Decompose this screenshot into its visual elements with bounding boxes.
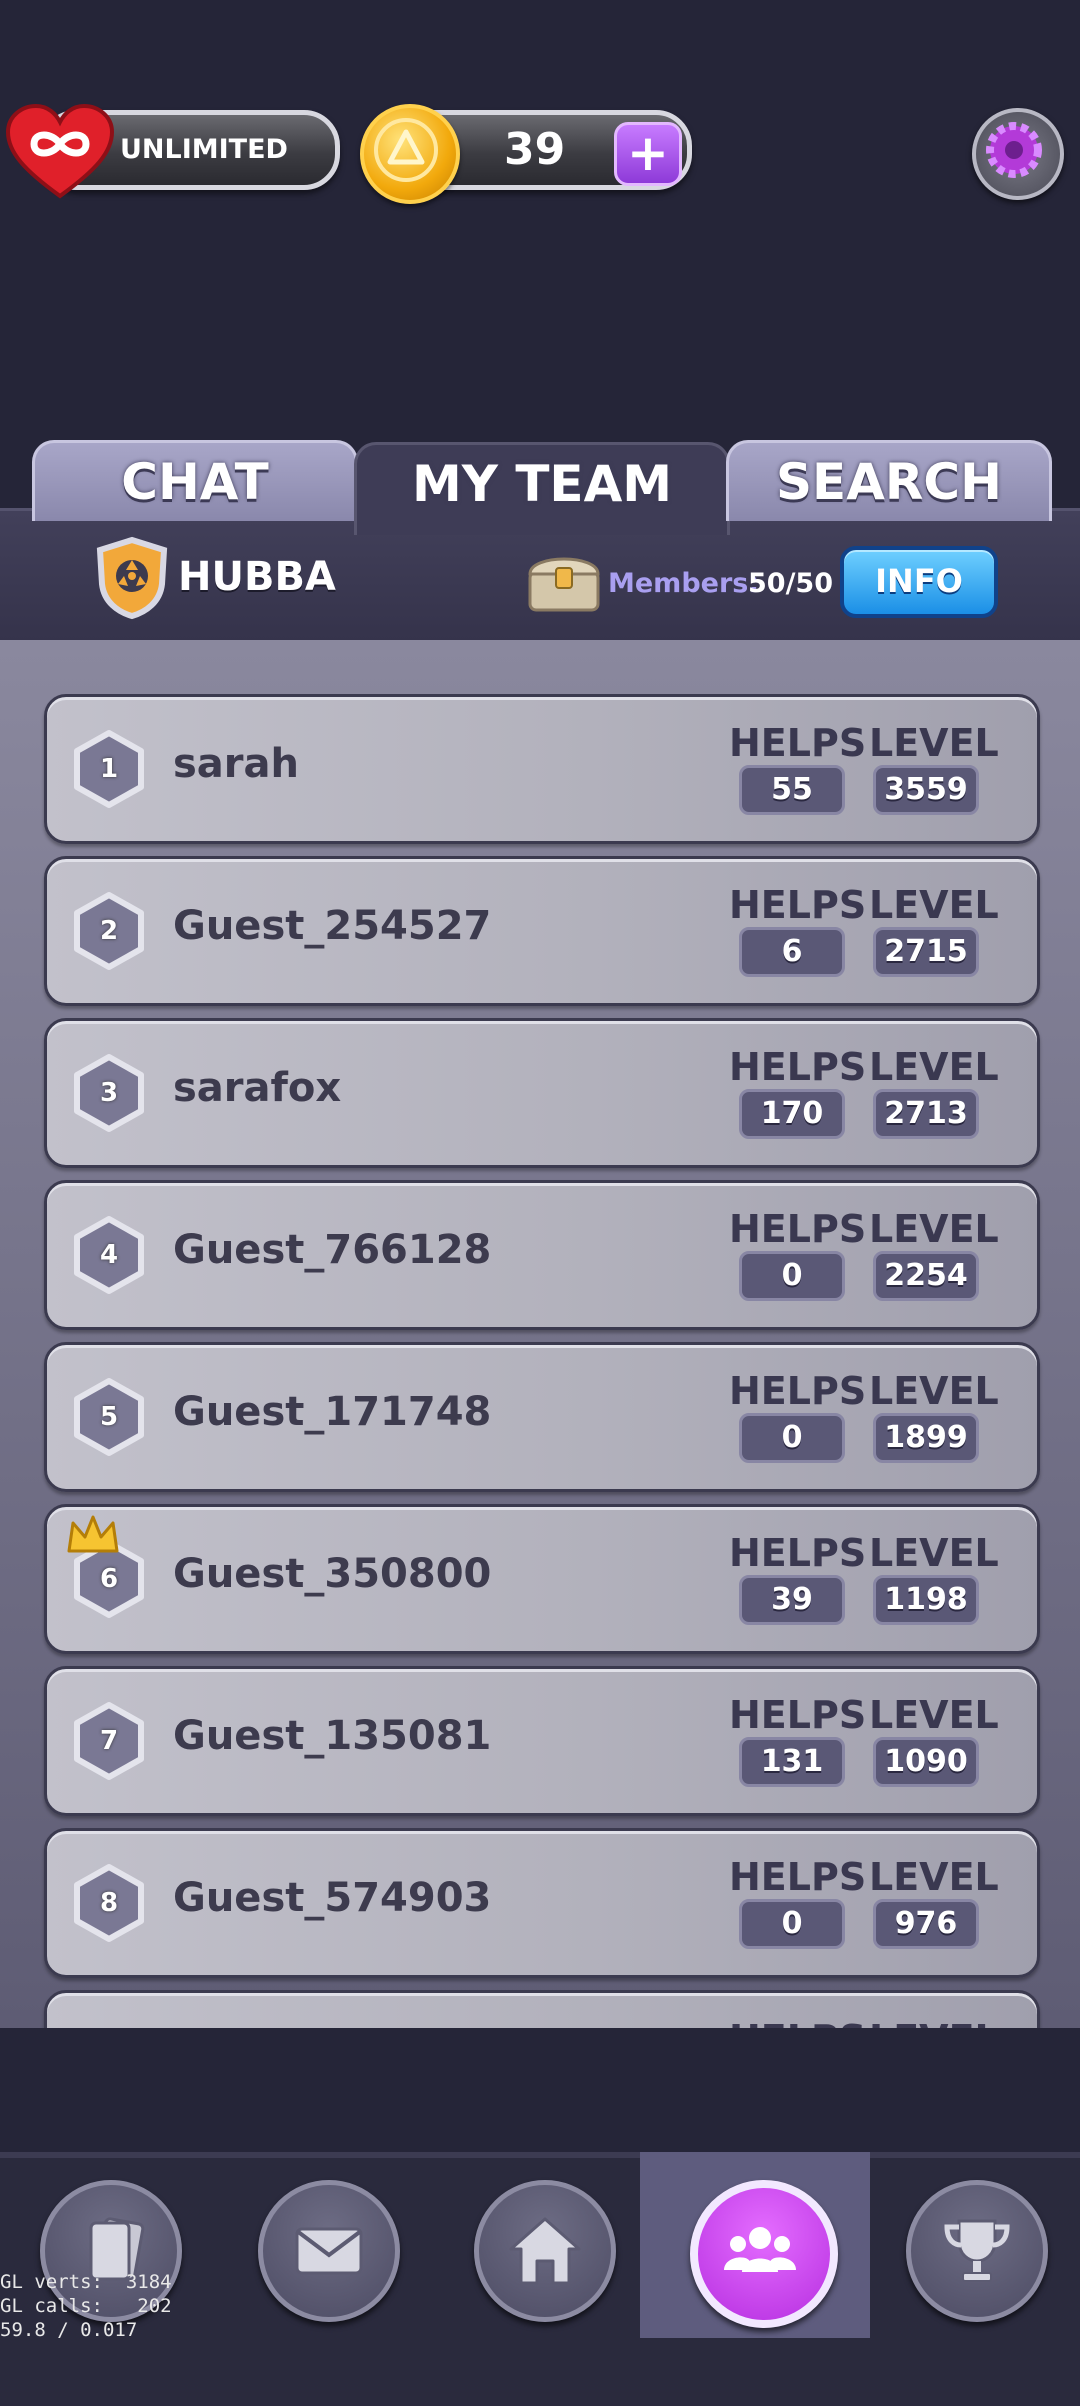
helps-header: HELPS (729, 1207, 867, 1251)
member-name: Guest_171748 (173, 1389, 492, 1435)
level-value: 3559 (873, 765, 979, 815)
helps-header: HELPS (729, 721, 867, 765)
debug-line-3: 59.8 / 0.017 (0, 2319, 138, 2341)
member-name: Guest_766128 (173, 1227, 492, 1273)
settings-gear-icon[interactable] (972, 108, 1064, 200)
team-shield-icon (96, 536, 168, 620)
rank-badge: 2 (69, 891, 149, 971)
member-list[interactable]: 1 sarah HELPS LEVEL 55 3559 2 Guest_254527 HELPS… (0, 640, 1080, 2028)
rank-badge: 7 (69, 1701, 149, 1781)
tab-my-team[interactable]: MY TEAM (354, 442, 730, 535)
rank-number: 7 (99, 1726, 119, 1756)
level-header: LEVEL (869, 1855, 999, 1899)
home-icon (509, 2217, 581, 2285)
nav-home-button[interactable] (474, 2180, 616, 2322)
member-list-viewport: 1 sarah HELPS LEVEL 55 3559 2 Guest_254527 HELPS… (0, 640, 1080, 2028)
coin-count: 39 (504, 124, 566, 175)
crown-icon (65, 1513, 121, 1557)
rank-number: 5 (99, 1402, 119, 1432)
coin-icon (360, 104, 460, 204)
member-row[interactable]: 3 sarafox HELPS LEVEL 170 2713 (44, 1018, 1040, 1168)
members-label: Members: (608, 568, 760, 599)
lives-label: UNLIMITED (120, 134, 288, 165)
debug-line-1: GL verts: 3184 (0, 2271, 172, 2293)
helps-value: 170 (739, 1089, 845, 1139)
debug-overlay: GL verts: 3184 GL calls: 202 59.8 / 0.01… (0, 2270, 172, 2342)
member-row[interactable]: 2 Guest_254527 HELPS LEVEL 6 2715 (44, 856, 1040, 1006)
level-value: 1899 (873, 1413, 979, 1463)
level-header: LEVEL (869, 721, 999, 765)
rank-badge: 8 (69, 1863, 149, 1943)
rank-number: 8 (99, 1888, 119, 1918)
rank-number: 2 (99, 916, 119, 946)
debug-line-2: GL calls: 202 (0, 2295, 172, 2317)
member-name: Guest_254527 (173, 903, 492, 949)
helps-value: 0 (739, 1413, 845, 1463)
level-value: 2715 (873, 927, 979, 977)
heart-infinity-icon (5, 104, 115, 199)
mail-icon (295, 2227, 363, 2275)
level-header: LEVEL (869, 1045, 999, 1089)
rank-badge: 3 (69, 1053, 149, 1133)
level-value: 2254 (873, 1251, 979, 1301)
level-header: LEVEL (869, 1369, 999, 1413)
team-name: HUBBA (178, 554, 336, 600)
member-name: sarah (173, 741, 299, 787)
nav-team-button[interactable] (690, 2180, 838, 2328)
helps-value: 0 (739, 1899, 845, 1949)
buy-coins-button[interactable]: + (614, 122, 682, 186)
helps-header: HELPS (729, 1531, 867, 1575)
member-row[interactable]: 6 Guest_350800 HELPS LEVEL 39 1198 (44, 1504, 1040, 1654)
tab-chat[interactable]: CHAT (32, 440, 358, 521)
level-header: LEVEL (869, 1531, 999, 1575)
nav-mail-button[interactable] (258, 2180, 400, 2322)
rank-number: 1 (99, 754, 119, 784)
member-name: Guest_135081 (173, 1713, 492, 1759)
member-name: Guest_574903 (173, 1875, 492, 1921)
helps-header: HELPS (729, 1855, 867, 1899)
member-row[interactable]: 1 sarah HELPS LEVEL 55 3559 (44, 694, 1040, 844)
level-value: 1090 (873, 1737, 979, 1787)
members-count: 50/50 (748, 568, 834, 599)
level-header: LEVEL (869, 883, 999, 927)
chest-icon (528, 557, 600, 612)
member-name: sarafox (173, 1065, 342, 1111)
member-row-partial[interactable]: HELPSLEVEL (44, 1990, 1040, 2028)
member-row[interactable]: 5 Guest_171748 HELPS LEVEL 0 1899 (44, 1342, 1040, 1492)
rank-badge: 5 (69, 1377, 149, 1457)
helps-value: 39 (739, 1575, 845, 1625)
team-icon (724, 2227, 796, 2272)
nav-trophy-button[interactable] (906, 2180, 1048, 2322)
helps-header: HELPS (729, 883, 867, 927)
level-value: 976 (873, 1899, 979, 1949)
member-row[interactable]: 8 Guest_574903 HELPS LEVEL 0 976 (44, 1828, 1040, 1978)
level-header: LEVEL (869, 1693, 999, 1737)
member-row[interactable]: 4 Guest_766128 HELPS LEVEL 0 2254 (44, 1180, 1040, 1330)
member-name: Guest_350800 (173, 1551, 492, 1597)
helps-value: 55 (739, 765, 845, 815)
helps-header: HELPS (729, 2017, 866, 2028)
helps-value: 6 (739, 927, 845, 977)
rank-number: 4 (99, 1240, 119, 1270)
level-value: 2713 (873, 1089, 979, 1139)
trophy-icon (944, 2219, 1010, 2282)
member-row[interactable]: 7 Guest_135081 HELPS LEVEL 131 1090 (44, 1666, 1040, 1816)
helps-header: HELPS (729, 1693, 867, 1737)
rank-badge: 1 (69, 729, 149, 809)
tab-search[interactable]: SEARCH (726, 440, 1052, 521)
level-header: LEVEL (869, 2017, 999, 2028)
helps-value: 131 (739, 1737, 845, 1787)
team-info-button[interactable]: INFO (840, 546, 998, 618)
helps-header: HELPS (729, 1045, 867, 1089)
rank-number: 3 (99, 1078, 119, 1108)
rank-badge: 4 (69, 1215, 149, 1295)
helps-value: 0 (739, 1251, 845, 1301)
level-header: LEVEL (869, 1207, 999, 1251)
level-value: 1198 (873, 1575, 979, 1625)
helps-header: HELPS (729, 1369, 867, 1413)
